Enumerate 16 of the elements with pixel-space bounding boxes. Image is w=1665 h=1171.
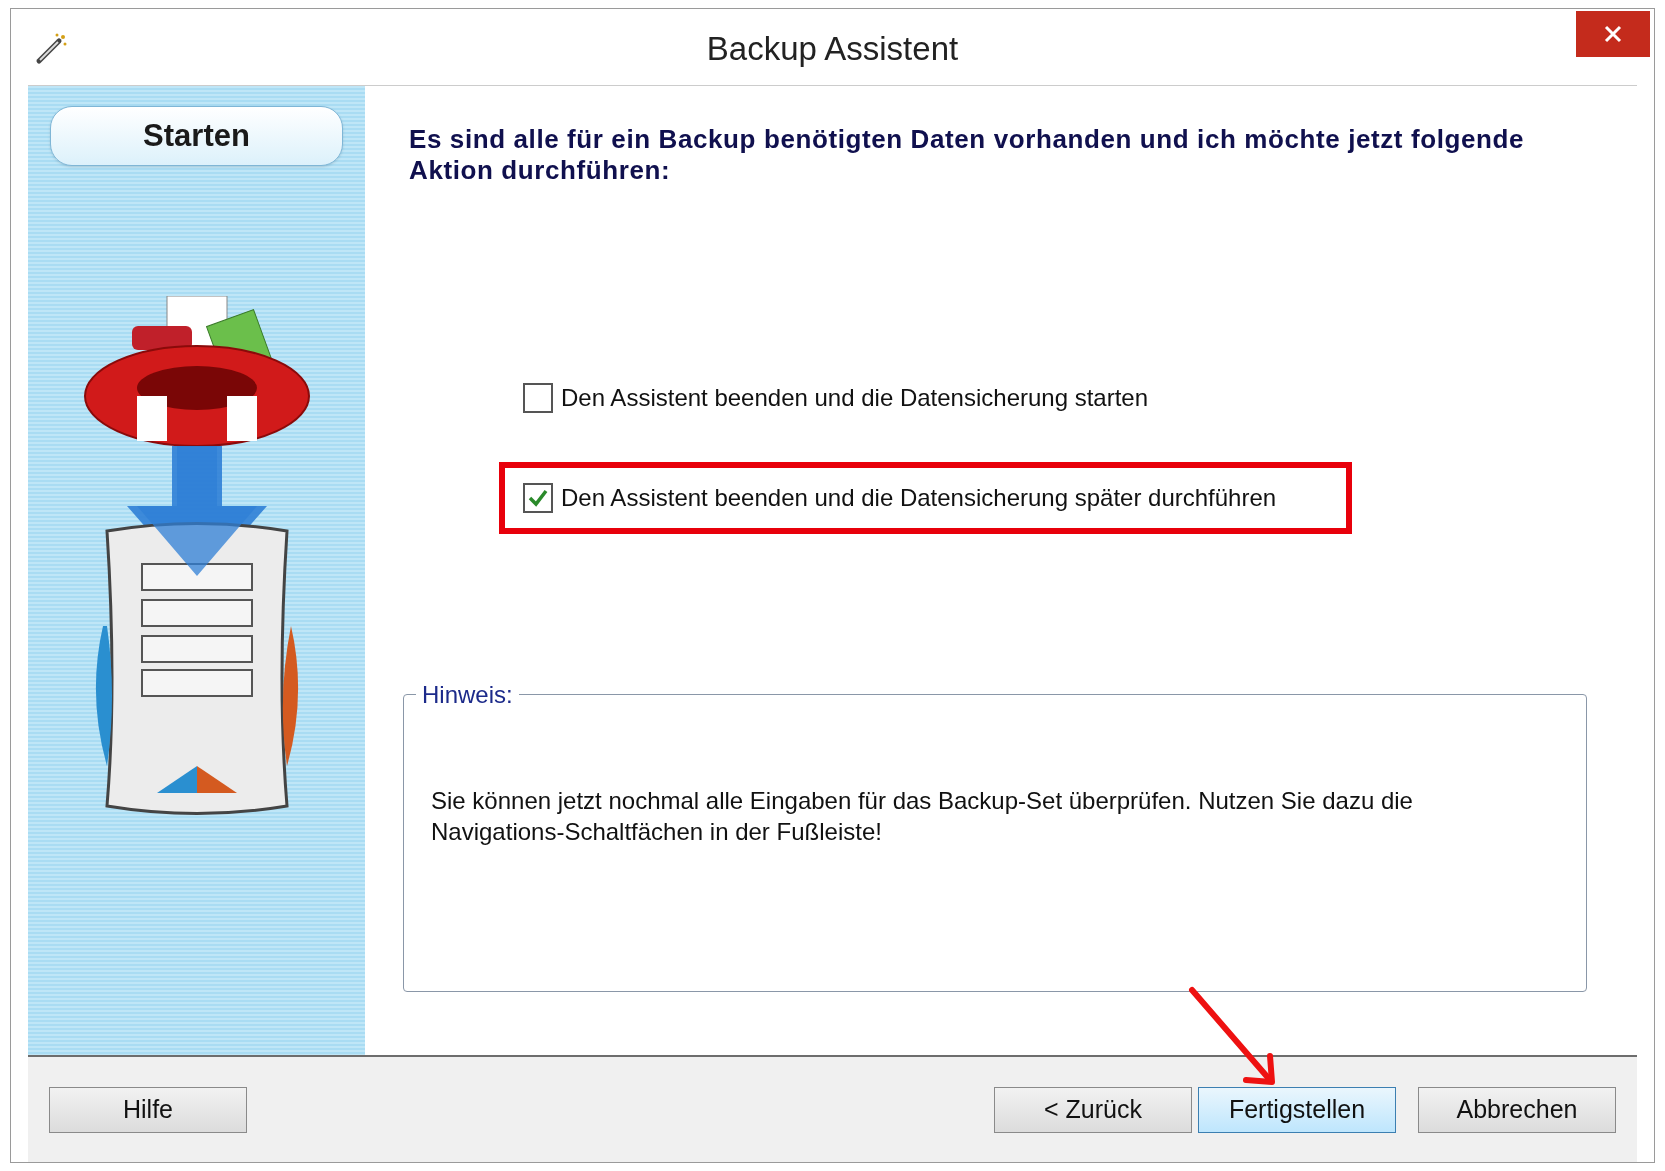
option-checkbox[interactable]: Den Assistent beenden und die Datensicherung starten <box>523 380 1149 416</box>
wizard-button[interactable]: < Zurück <box>994 1086 1192 1133</box>
close-icon <box>1604 25 1622 43</box>
check-icon <box>527 487 549 509</box>
magic-wand-icon <box>35 31 69 65</box>
option-checkbox[interactable]: Den Assistent beenden und die Datensicherung später durchführen <box>523 480 1277 516</box>
instruction-heading: Es sind alle für ein Backup benötigten Daten vorhanden und ich möchte jetzt folgende Aktion durchführen: <box>409 124 1526 186</box>
wizard-button[interactable]: Fertigstellen <box>1198 1086 1396 1133</box>
checkbox[interactable] <box>523 383 553 413</box>
help-button[interactable]: Hilfe <box>49 1086 247 1133</box>
hint-text: Sie können jetzt nochmal alle Eingaben für das Backup-Set überprüfen. Nutzen Sie dazu die Navigations-Schaltfächen in der Fußleiste! <box>431 786 1414 847</box>
checkbox[interactable] <box>523 483 553 513</box>
window-title: Backup Assistent <box>706 29 959 70</box>
close-button[interactable] <box>1576 11 1650 57</box>
step-label: Starten <box>50 106 343 166</box>
wizard-button[interactable]: Abbrechen <box>1418 1086 1616 1133</box>
